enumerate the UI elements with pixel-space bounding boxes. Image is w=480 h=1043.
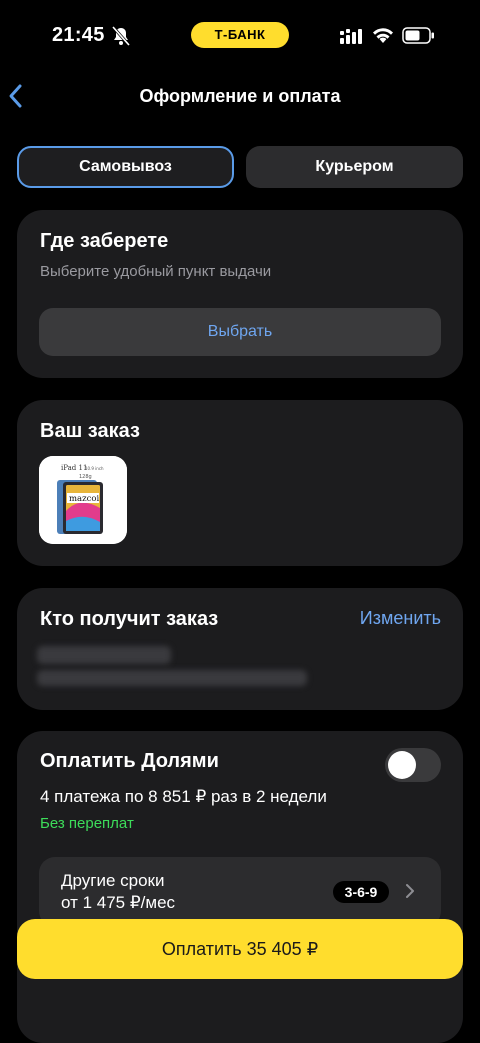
- pickup-title: Где заберете: [40, 230, 169, 252]
- status-bar: 21:45 Т-БАНК: [0, 0, 480, 72]
- signal-icon: [340, 29, 362, 44]
- thumb-model-text: iPad 11: [61, 464, 87, 472]
- recipient-contact-redacted: [37, 670, 307, 686]
- no-overpay-label: Без переплат: [40, 815, 134, 832]
- recipient-card: Кто получит заказ Изменить: [17, 588, 463, 710]
- bell-off-icon: [112, 26, 130, 46]
- dolyami-title: Оплатить Долями: [40, 750, 219, 772]
- dolyami-toggle[interactable]: [385, 748, 441, 782]
- other-terms-price: от 1 475 ₽/мес: [61, 893, 176, 912]
- recipient-name-redacted: [37, 646, 171, 664]
- wifi-icon: [373, 28, 393, 43]
- status-time: 21:45: [52, 24, 105, 46]
- ipad-product-image: iPad 11 10.9 inch 128g mazcoi: [39, 456, 127, 544]
- thumb-brand-text: mazcoi: [69, 494, 99, 504]
- toggle-knob: [388, 751, 416, 779]
- battery-icon: [402, 27, 434, 44]
- change-recipient-link[interactable]: Изменить: [360, 608, 441, 629]
- bank-badge: Т-БАНК: [191, 22, 289, 48]
- choose-pickup-button[interactable]: Выбрать: [39, 308, 441, 356]
- pickup-subtitle: Выберите удобный пункт выдачи: [40, 263, 272, 280]
- dolyami-card: Оплатить Долями 4 платежа по 8 851 ₽ раз…: [17, 731, 463, 1043]
- page-title: Оформление и оплата: [139, 86, 341, 106]
- product-thumbnail[interactable]: iPad 11 10.9 inch 128g mazcoi: [39, 456, 127, 544]
- recipient-title: Кто получит заказ: [40, 608, 219, 630]
- chevron-right-icon: [406, 884, 414, 898]
- tab-courier[interactable]: Курьером: [246, 146, 463, 188]
- thumb-note-text: 10.9 inch: [85, 466, 104, 471]
- tab-pickup[interactable]: Самовывоз: [17, 146, 234, 188]
- installments-text: 4 платежа по 8 851 ₽ раз в 2 недели: [40, 787, 327, 806]
- terms-badge: 3-6-9: [333, 881, 389, 903]
- other-terms-row[interactable]: Другие сроки от 1 475 ₽/мес 3-6-9: [39, 857, 441, 927]
- other-terms-label: Другие сроки: [61, 871, 165, 890]
- pickup-point-card: Где заберете Выберите удобный пункт выда…: [17, 210, 463, 378]
- pay-button[interactable]: Оплатить 35 405 ₽: [17, 919, 463, 979]
- order-title: Ваш заказ: [40, 420, 140, 442]
- checkout-screen: 21:45 Т-БАНК Оформление и оплата Самовыв…: [0, 0, 480, 1043]
- thumb-storage-text: 128g: [79, 474, 92, 480]
- order-card: Ваш заказ iPad 11 10.9 inch 128g mazcoi: [17, 400, 463, 566]
